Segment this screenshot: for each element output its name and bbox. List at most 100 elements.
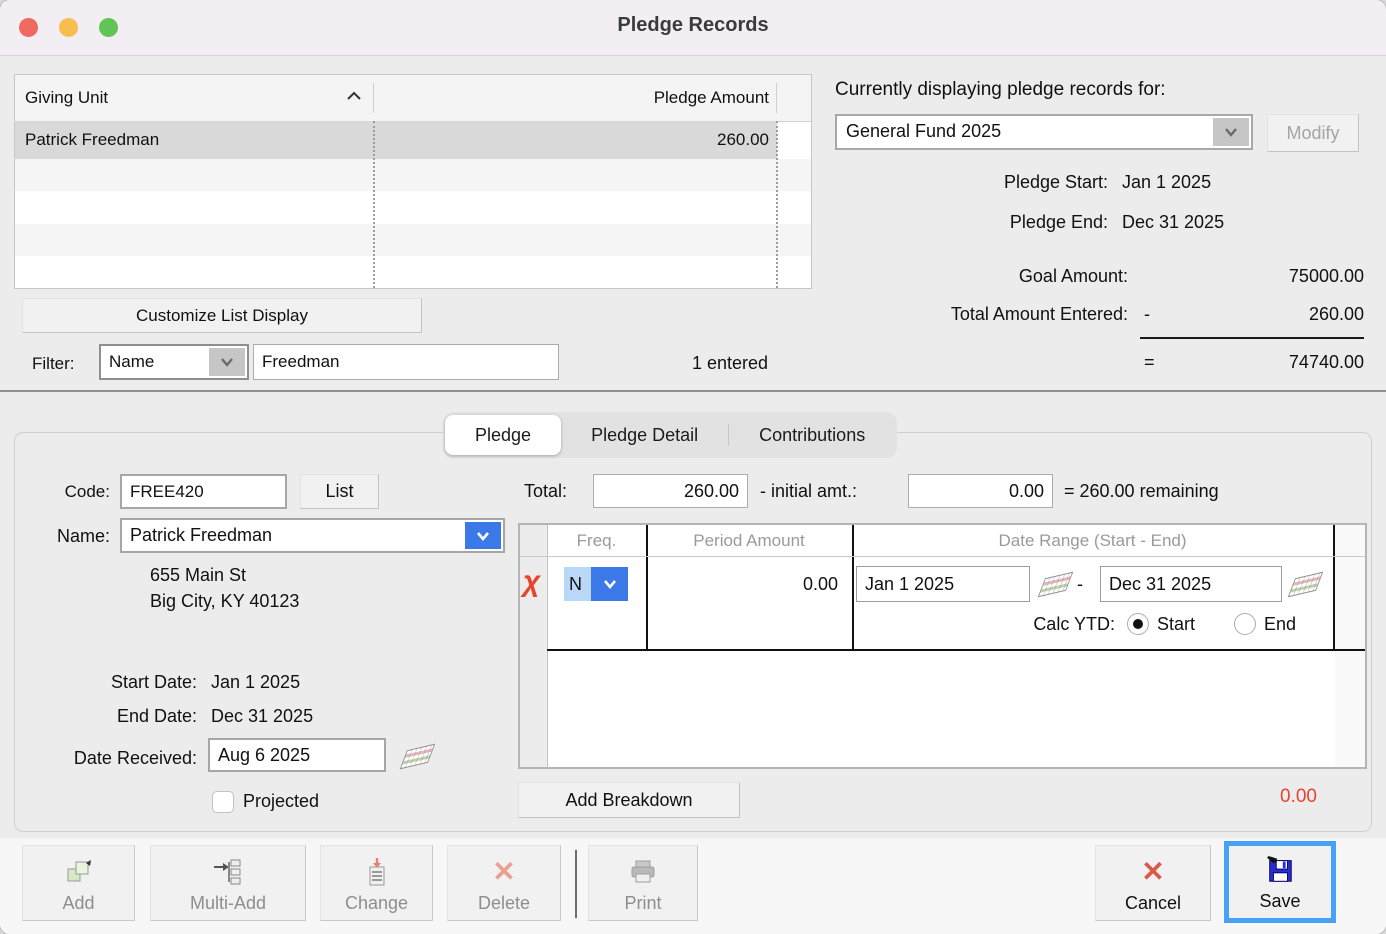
fund-panel-heading: Currently displaying pledge records for: — [835, 79, 1166, 100]
total-entered-label: Total Amount Entered: — [950, 304, 1128, 324]
calc-ytd-end-radio[interactable] — [1234, 613, 1256, 635]
code-input[interactable] — [120, 474, 287, 509]
calc-ytd-start-label: Start — [1157, 614, 1196, 634]
date-range-end-input[interactable] — [1100, 566, 1282, 602]
tab-pledge-detail[interactable]: Pledge Detail — [561, 415, 728, 455]
delete-x-icon: ✕ — [492, 856, 516, 887]
tab-contributions[interactable]: Contributions — [729, 415, 895, 455]
calc-ytd-end-label: End — [1264, 614, 1297, 634]
total-entered-value: 260.00 — [1308, 304, 1364, 324]
date-range-dash: - — [1077, 574, 1083, 594]
bottom-toolbar: Add Multi-Add Change ✕ Delete Print ✕ Ca… — [0, 838, 1386, 934]
remaining-value: 74740.00 — [1288, 352, 1364, 372]
pledge-end-label: Pledge End: — [1009, 212, 1108, 232]
giving-unit-table-header[interactable]: Giving Unit Pledge Amount — [15, 75, 811, 122]
list-button[interactable]: List — [300, 474, 379, 509]
breakdown-table: Freq. Period Amount Date Range (Start - … — [518, 523, 1367, 769]
fund-select[interactable]: General Fund 2025 — [835, 114, 1253, 150]
address-line2: Big City, KY 40123 — [150, 591, 300, 611]
multi-add-button[interactable]: Multi-Add — [150, 845, 306, 921]
delete-button[interactable]: ✕ Delete — [447, 845, 561, 921]
table-row[interactable] — [15, 191, 811, 224]
save-button[interactable]: Save — [1224, 841, 1336, 923]
title-bar: Pledge Records — [0, 0, 1386, 56]
frequency-select-button[interactable] — [591, 567, 628, 601]
column-divider[interactable] — [776, 83, 777, 113]
initial-amount-label: - initial amt.: — [760, 481, 858, 501]
cancel-button[interactable]: ✕ Cancel — [1095, 845, 1211, 921]
pledge-start-label: Pledge Start: — [1003, 172, 1108, 192]
table-row[interactable] — [15, 256, 811, 288]
equals-sign: = — [1144, 352, 1155, 372]
name-select-value: Patrick Freedman — [130, 525, 273, 545]
giving-unit-name: Patrick Freedman — [25, 130, 160, 149]
entered-count: 1 entered — [691, 353, 769, 373]
customize-list-display-button[interactable]: Customize List Display — [22, 298, 422, 333]
period-amount-column-header: Period Amount — [693, 531, 805, 550]
goal-amount-value: 75000.00 — [1288, 266, 1364, 286]
row-action-column — [520, 525, 548, 767]
delete-row-icon[interactable]: χ — [523, 567, 540, 597]
projected-checkbox[interactable] — [212, 791, 234, 813]
column-divider[interactable] — [373, 83, 374, 113]
column-gridline — [776, 121, 778, 288]
chevron-down-icon[interactable] — [209, 348, 245, 376]
change-button[interactable]: Change — [320, 845, 433, 921]
print-icon — [628, 855, 658, 889]
tab-bar: Pledge Pledge Detail Contributions — [443, 412, 898, 458]
start-date-value: Jan 1 2025 — [211, 672, 301, 692]
column-gridline — [373, 121, 375, 288]
column-gridline — [852, 525, 854, 649]
chevron-down-icon[interactable] — [465, 522, 501, 549]
total-input[interactable] — [593, 474, 748, 508]
filter-field-select[interactable]: Name — [99, 344, 249, 380]
projected-label: Projected — [243, 791, 320, 811]
save-floppy-icon — [1265, 853, 1295, 887]
date-received-input[interactable] — [208, 738, 386, 772]
header-rule — [520, 556, 1365, 557]
pledge-amount-column-header[interactable]: Pledge Amount — [654, 88, 769, 108]
window-title: Pledge Records — [617, 14, 769, 36]
date-range-column-header: Date Range (Start - End) — [998, 531, 1187, 550]
start-date-label: Start Date: — [110, 672, 197, 692]
minus-sign: - — [1144, 304, 1150, 324]
calendar-icon[interactable] — [1287, 571, 1324, 598]
filter-text-input[interactable] — [253, 344, 559, 380]
add-breakdown-button[interactable]: Add Breakdown — [518, 782, 740, 818]
cancel-x-icon: ✕ — [1141, 856, 1165, 887]
toolbar-separator — [575, 850, 577, 918]
name-select[interactable]: Patrick Freedman — [120, 518, 505, 553]
pledge-records-window: Pledge Records Giving Unit Pledge Amount… — [0, 0, 1386, 934]
fund-select-value: General Fund 2025 — [846, 121, 1002, 141]
multi-add-icon — [212, 855, 244, 889]
initial-amount-input[interactable] — [908, 474, 1053, 508]
row-rule — [547, 649, 1365, 651]
calendar-icon[interactable] — [1037, 571, 1074, 598]
freq-column-header: Freq. — [576, 531, 617, 550]
calc-ytd-label: Calc YTD: — [1033, 614, 1115, 634]
address-line1: 655 Main St — [150, 565, 247, 585]
date-received-label: Date Received: — [73, 748, 197, 768]
modify-button[interactable]: Modify — [1267, 114, 1359, 152]
sum-rule — [1140, 337, 1364, 339]
period-amount-input[interactable] — [660, 569, 846, 599]
table-row[interactable] — [15, 224, 811, 256]
giving-unit-column-header[interactable]: Giving Unit — [25, 88, 108, 108]
tab-pledge[interactable]: Pledge — [445, 415, 562, 455]
add-button[interactable]: Add — [22, 845, 135, 921]
print-button[interactable]: Print — [588, 845, 698, 921]
giving-unit-table: Giving Unit Pledge Amount Patrick Freedm… — [14, 74, 812, 289]
table-row[interactable] — [15, 159, 811, 191]
date-range-start-input[interactable] — [856, 566, 1030, 602]
change-icon — [364, 855, 390, 889]
calc-ytd-start-radio[interactable] — [1127, 613, 1149, 635]
table-row[interactable]: Patrick Freedman 260.00 — [15, 121, 811, 159]
frequency-select-value[interactable]: N — [564, 567, 591, 601]
chevron-down-icon — [603, 580, 616, 590]
chevron-down-icon[interactable] — [1213, 118, 1249, 146]
breakdown-total-amount: 0.00 — [1280, 786, 1317, 807]
calendar-icon[interactable] — [399, 743, 436, 770]
column-gridline — [646, 525, 648, 649]
pledge-amount-value: 260.00 — [717, 130, 769, 149]
code-label: Code: — [64, 482, 110, 501]
